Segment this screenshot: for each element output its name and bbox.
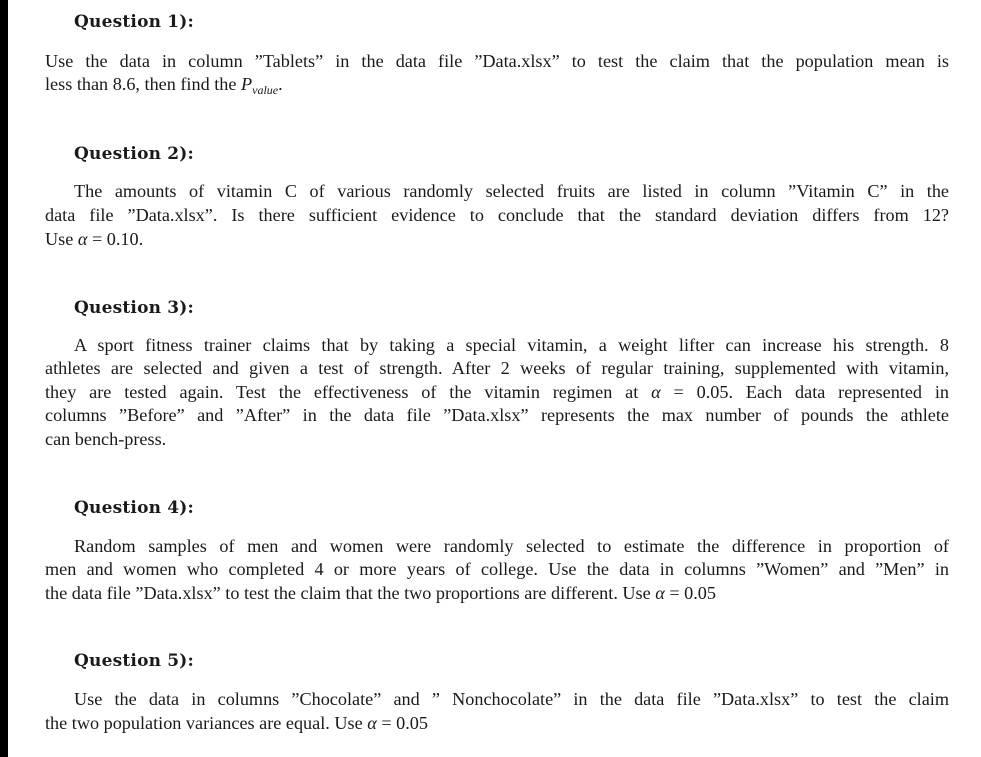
question-text-line: men and women who completed 4 or more ye… [45,559,949,579]
question-text-line: can bench-press. [45,429,167,449]
question-text-line: The amounts of vitamin C of various rand… [74,181,949,201]
question-text-line: Use the data in columns ”Chocolate” and … [74,689,949,709]
question-text-line: data file ”Data.xlsx”. Is there sufficie… [45,205,949,225]
question-title: Question 2): [74,144,195,164]
question-text-line: columns ”Before” and ”After” in the data… [45,405,949,425]
question-text-line: the two population variances are equal. … [45,713,428,733]
question-text-line: Use the data in column ”Tablets” in the … [45,51,949,71]
question-title: Question 3): [74,298,195,318]
question-title: Question 4): [74,498,195,518]
question-text-line: Random samples of men and women were ran… [74,536,949,556]
question-text-line: athletes are selected and given a test o… [45,358,949,378]
left-border [0,0,8,757]
question-title: Question 1): [74,12,195,32]
question-title: Question 5): [74,651,195,671]
question-text-line: the data file ”Data.xlsx” to test the cl… [45,583,716,603]
p-value-subscript: value [252,83,279,97]
question-text-line: Use α = 0.10. [45,229,144,249]
alpha-symbol: α [367,713,377,733]
text-fragment: less than 8.6, then find the [45,74,241,94]
p-value-symbol: P [241,74,253,94]
question-text-line: A sport fitness trainer claims that by t… [74,335,949,355]
text-fragment: . [278,74,283,94]
alpha-symbol: α [651,382,661,402]
question-text-line: less than 8.6, then find the Pvalue. [45,73,949,101]
question-text-line: they are tested again. Test the effectiv… [45,382,949,402]
alpha-symbol: α [77,229,88,249]
alpha-symbol: α [655,583,665,603]
